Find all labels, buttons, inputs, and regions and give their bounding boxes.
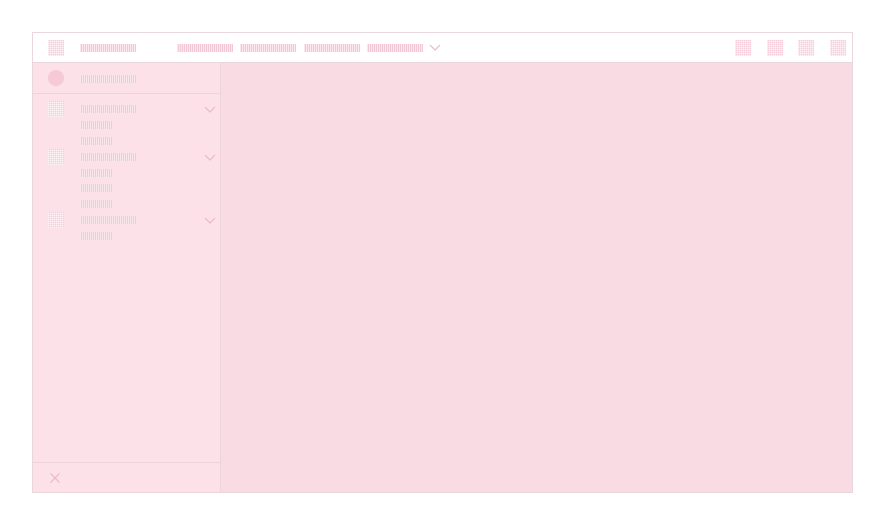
group-3-icon [48,212,64,228]
sidebar-group-1-label[interactable] [80,105,136,113]
action-3-icon[interactable] [798,40,814,56]
action-4-icon[interactable] [830,40,846,56]
avatar-circle-icon[interactable] [48,70,64,86]
nav-item-1[interactable] [177,44,233,52]
sidebar-subitem[interactable] [80,184,112,192]
chevron-down-icon[interactable] [429,44,441,52]
brand-name [80,44,136,52]
sidebar-subitem[interactable] [80,121,112,129]
main-content-area [221,63,852,492]
action-2-icon[interactable] [767,40,783,56]
group-1-chevron-icon[interactable] [204,106,216,114]
sidebar-subitem[interactable] [80,169,112,177]
sidebar [33,63,221,492]
sidebar-group-2-label[interactable] [80,153,136,161]
sidebar-divider [33,93,221,94]
nav-item-3[interactable] [304,44,360,52]
action-1-icon[interactable] [735,40,751,56]
sidebar-subitem[interactable] [80,200,112,208]
group-3-chevron-icon[interactable] [204,217,216,225]
profile-name [80,75,136,83]
sidebar-subitem[interactable] [80,137,112,145]
sidebar-group-3-label[interactable] [80,216,136,224]
nav-item-2[interactable] [240,44,296,52]
app-logo-icon[interactable] [48,40,64,56]
group-2-icon [48,149,64,165]
group-2-chevron-icon[interactable] [204,154,216,162]
top-navigation-bar [33,33,852,63]
sidebar-footer-divider [33,462,221,463]
nav-item-4-dropdown[interactable] [367,44,423,52]
close-icon[interactable] [49,471,61,483]
app-window [32,32,853,493]
sidebar-subitem[interactable] [80,232,112,240]
group-1-icon [48,101,64,117]
